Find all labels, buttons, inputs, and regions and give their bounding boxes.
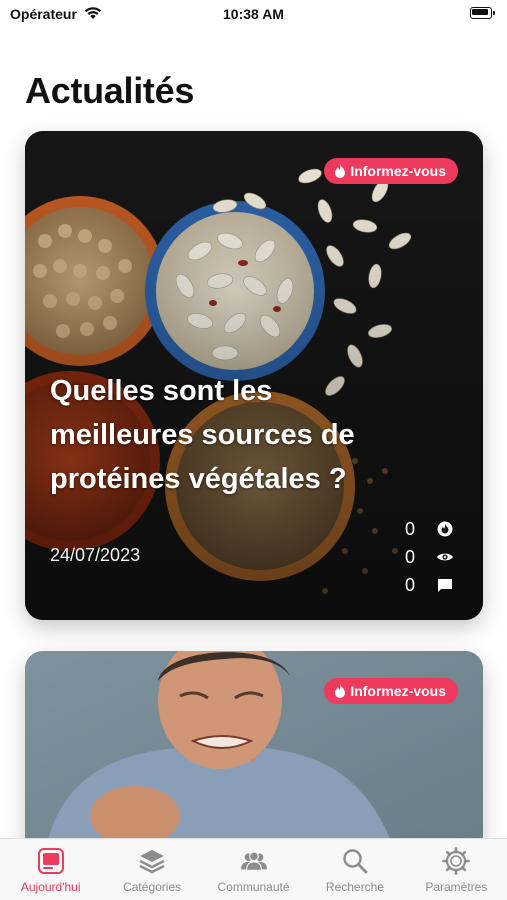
tab-bar: Aujourd'hui Catégories Communauté Recher… (0, 838, 507, 900)
battery-icon (470, 7, 495, 19)
tab-community[interactable]: Communauté (203, 839, 304, 900)
article-stats: 0 0 0 (395, 515, 455, 599)
comment-icon[interactable] (435, 575, 455, 595)
tab-label: Catégories (123, 880, 182, 894)
views-stat: 0 (395, 543, 455, 571)
eye-icon (435, 547, 455, 567)
tab-label: Paramètres (425, 880, 488, 894)
article-title: Quelles sont les meilleures sources de p… (50, 375, 355, 495)
tab-search[interactable]: Recherche (304, 839, 405, 900)
category-badge: Informez-vous (324, 158, 458, 184)
clock: 10:38 AM (223, 6, 284, 22)
tab-settings[interactable]: Paramètres (406, 839, 507, 900)
category-badge-label: Informez-vous (350, 163, 446, 179)
likes-stat: 0 (395, 515, 455, 543)
today-icon (37, 847, 65, 875)
comments-count: 0 (404, 574, 415, 595)
tab-today[interactable]: Aujourd'hui (0, 839, 101, 900)
tab-label: Communauté (217, 880, 290, 894)
article-card[interactable]: Informez-vous Quelles sont les meilleure… (25, 131, 483, 620)
flame-icon (335, 684, 346, 698)
article-date: 24/07/2023 (50, 545, 141, 565)
flame-icon[interactable] (435, 519, 455, 539)
people-icon (240, 847, 268, 875)
flame-icon (335, 164, 346, 178)
gear-icon (442, 847, 471, 875)
tab-label: Aujourd'hui (20, 880, 81, 894)
likes-count: 0 (404, 518, 415, 539)
category-badge: Informez-vous (324, 678, 458, 704)
category-badge-label: Informez-vous (350, 683, 446, 699)
tab-label: Recherche (325, 880, 384, 894)
article-card[interactable]: Informez-vous (25, 651, 483, 851)
page-title: Actualités (25, 70, 195, 111)
tab-categories[interactable]: Catégories (101, 839, 202, 900)
search-icon (341, 847, 369, 875)
comments-stat: 0 (395, 571, 455, 599)
status-bar: Opérateur 10:38 AM (0, 0, 507, 30)
stack-icon (138, 847, 166, 875)
views-count: 0 (404, 546, 415, 567)
